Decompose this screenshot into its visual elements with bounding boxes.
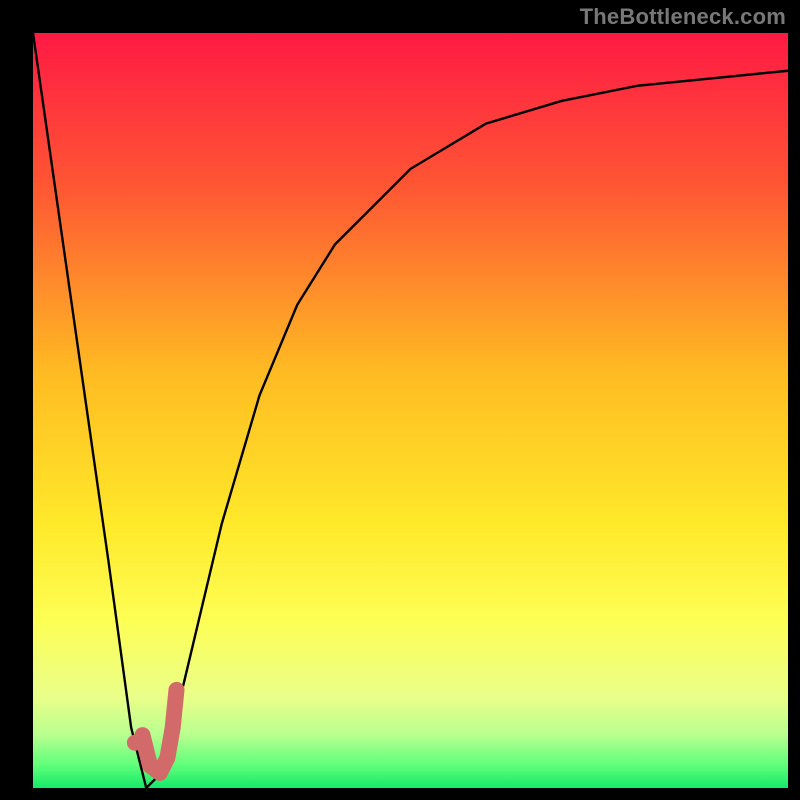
watermark-text: TheBottleneck.com — [580, 4, 786, 30]
curves-layer — [33, 33, 788, 788]
chart-frame: TheBottleneck.com — [0, 0, 800, 800]
hook-path — [143, 690, 177, 773]
bottleneck-curve — [33, 33, 788, 788]
marker-dot — [127, 735, 143, 751]
plot-area — [33, 33, 788, 788]
